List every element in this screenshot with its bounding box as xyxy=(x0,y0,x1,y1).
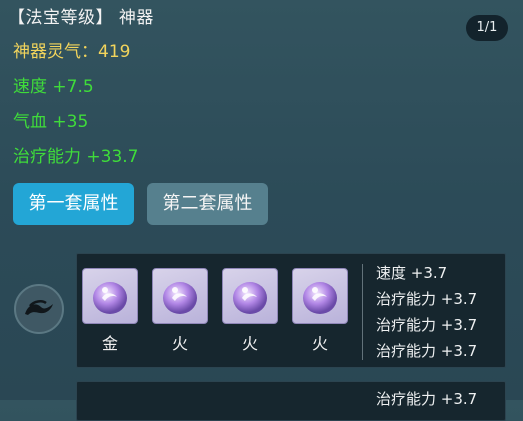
gem-slot[interactable]: 金 xyxy=(82,268,138,354)
gem-slot[interactable]: 火 xyxy=(292,268,348,354)
stone-group-panel-2: 治疗能力 +3.7 xyxy=(76,381,506,421)
attribute-line: 治疗能力 +3.7 xyxy=(376,342,478,360)
page-indicator[interactable]: 1/1 xyxy=(466,15,508,41)
element-label: 火 xyxy=(171,334,188,353)
attribute-line: 治疗能力 +3.7 xyxy=(376,390,478,408)
gem-slot[interactable]: 火 xyxy=(222,268,278,354)
element-label: 火 xyxy=(311,334,328,353)
attribute-line: 速度 +3.7 xyxy=(376,264,448,282)
speed-stat: 速度 +7.5 xyxy=(13,77,94,97)
panel-divider xyxy=(362,264,363,360)
purple-orb-icon xyxy=(152,268,208,324)
tab-first-set[interactable]: 第一套属性 xyxy=(13,183,134,225)
attribute-line: 治疗能力 +3.7 xyxy=(376,316,478,334)
item-title: 【法宝等级】 神器 xyxy=(8,8,154,28)
gem-slot[interactable]: 火 xyxy=(152,268,208,354)
hp-stat: 气血 +35 xyxy=(13,112,89,132)
artifact-spirit-stat: 神器灵气：419 xyxy=(13,42,131,62)
stone-group-panel-1: 金 火 火 火 速度 +3.7 治疗能力 +3.7 治疗能力 +3.7 治疗能力… xyxy=(76,253,506,368)
dragon-emblem-icon[interactable] xyxy=(14,284,64,334)
purple-orb-icon xyxy=(82,268,138,324)
attribute-line: 治疗能力 +3.7 xyxy=(376,290,478,308)
element-label: 金 xyxy=(101,334,118,353)
element-label: 火 xyxy=(241,334,258,353)
tab-second-set[interactable]: 第二套属性 xyxy=(147,183,268,225)
purple-orb-icon xyxy=(222,268,278,324)
purple-orb-icon xyxy=(292,268,348,324)
healing-stat: 治疗能力 +33.7 xyxy=(13,147,139,167)
